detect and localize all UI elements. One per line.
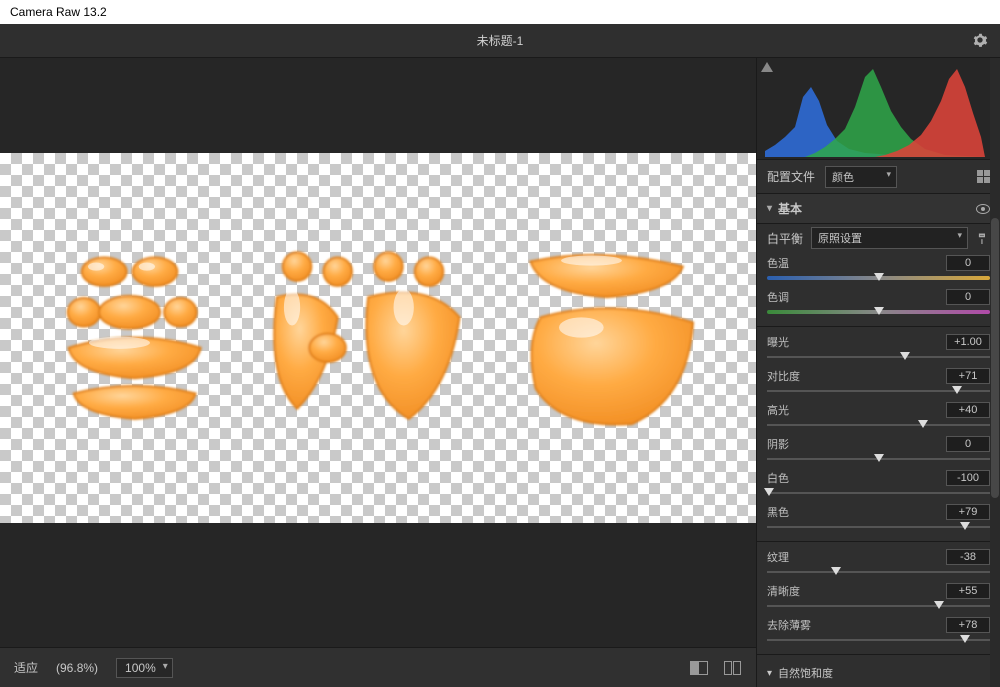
document-title: 未标题-1 [477,32,524,49]
texture-value[interactable]: -38 [946,549,990,565]
slider-temperature[interactable]: 色温0 [757,252,1000,286]
preview-canvas[interactable] [0,153,756,523]
slider-exposure[interactable]: 曝光+1.00 [757,331,1000,365]
clarity-value[interactable]: +55 [946,583,990,599]
contrast-thumb[interactable] [952,386,962,394]
divider [757,654,1000,655]
before-after-icon[interactable] [690,661,708,675]
section-natural-saturation[interactable]: ▾ 自然饱和度 [757,659,1000,687]
divider [757,326,1000,327]
exposure-thumb[interactable] [900,352,910,360]
preview-column: 适应 (96.8%) 100% [0,58,756,687]
main-area: 适应 (96.8%) 100% [0,58,1000,687]
highlights-value[interactable]: +40 [946,402,990,418]
compare-split-icon[interactable] [724,661,742,675]
slider-texture[interactable]: 纹理-38 [757,546,1000,580]
clarity-thumb[interactable] [934,601,944,609]
wb-label: 白平衡 [767,230,803,247]
settings-gear-icon[interactable] [972,32,988,53]
wb-select[interactable]: 原照设置 [811,227,968,249]
shadows-value[interactable]: 0 [946,436,990,452]
footer-view-icons [690,661,742,675]
whites-thumb[interactable] [764,488,774,496]
sidebar-scrollbar-thumb[interactable] [991,218,999,498]
window-titlebar: Camera Raw 13.2 [0,0,1000,24]
slider-shadows[interactable]: 阴影0 [757,433,1000,467]
profile-row: 配置文件 颜色 [757,160,1000,194]
tint-thumb[interactable] [874,307,884,315]
blacks-value[interactable]: +79 [946,504,990,520]
dehaze-thumb[interactable] [960,635,970,643]
texture-thumb[interactable] [831,567,841,575]
shadows-label: 阴影 [767,436,946,452]
temp-thumb[interactable] [874,273,884,281]
exposure-label: 曝光 [767,334,946,350]
app-title: Camera Raw 13.2 [10,5,107,19]
exposure-value[interactable]: +1.00 [946,334,990,350]
fit-label[interactable]: 适应 [14,659,38,676]
slider-whites[interactable]: 白色-100 [757,467,1000,501]
profile-label: 配置文件 [767,168,815,185]
texture-label: 纹理 [767,549,946,565]
chevron-down-icon: ▾ [767,668,772,679]
tint-value[interactable]: 0 [946,289,990,305]
dehaze-label: 去除薄雾 [767,617,946,633]
preview-pad-bottom [0,523,756,647]
app-window: Camera Raw 13.2 未标题-1 [0,0,1000,671]
slider-blacks[interactable]: 黑色+79 [757,501,1000,537]
blacks-label: 黑色 [767,504,946,520]
slider-tint[interactable]: 色调0 [757,286,1000,322]
natural-label: 自然饱和度 [778,665,833,681]
slider-clarity[interactable]: 清晰度+55 [757,580,1000,614]
chevron-down-icon: ▾ [767,203,772,214]
preview-pad-top [0,58,756,153]
section-basic-title: 基本 [778,200,802,217]
adjustment-sidebar: 配置文件 颜色 ▾ 基本 白平衡 原照设置 色温0 [756,58,1000,687]
slider-contrast[interactable]: 对比度+71 [757,365,1000,399]
slider-highlights[interactable]: 高光+40 [757,399,1000,433]
highlights-label: 高光 [767,402,946,418]
whites-label: 白色 [767,470,946,486]
highlights-thumb[interactable] [918,420,928,428]
fit-percent: (96.8%) [56,661,98,675]
blacks-thumb[interactable] [960,522,970,530]
canvas-wrap [0,153,756,523]
profile-select[interactable]: 颜色 [825,166,897,188]
transparency-canvas [0,153,756,523]
clarity-label: 清晰度 [767,583,946,599]
divider [757,541,1000,542]
slider-dehaze[interactable]: 去除薄雾+78 [757,614,1000,650]
shadows-thumb[interactable] [874,454,884,462]
app-panel: 未标题-1 [0,24,1000,687]
temp-value[interactable]: 0 [946,255,990,271]
dehaze-value[interactable]: +78 [946,617,990,633]
visibility-eye-icon[interactable] [976,204,990,214]
section-basic-header[interactable]: ▾ 基本 [757,194,1000,224]
profile-browser-icon[interactable] [977,170,990,183]
whites-value[interactable]: -100 [946,470,990,486]
sidebar-scrollbar-track[interactable] [990,58,1000,687]
white-balance-row: 白平衡 原照设置 [757,224,1000,252]
contrast-value[interactable]: +71 [946,368,990,384]
contrast-label: 对比度 [767,368,946,384]
footer-bar: 适应 (96.8%) 100% [0,647,756,687]
temp-label: 色温 [767,255,946,271]
image-content [0,153,756,523]
histogram-panel[interactable] [757,58,1000,160]
zoom-select[interactable]: 100% [116,658,173,678]
histogram-chart [765,67,985,157]
tint-label: 色调 [767,289,946,305]
top-bar: 未标题-1 [0,24,1000,58]
